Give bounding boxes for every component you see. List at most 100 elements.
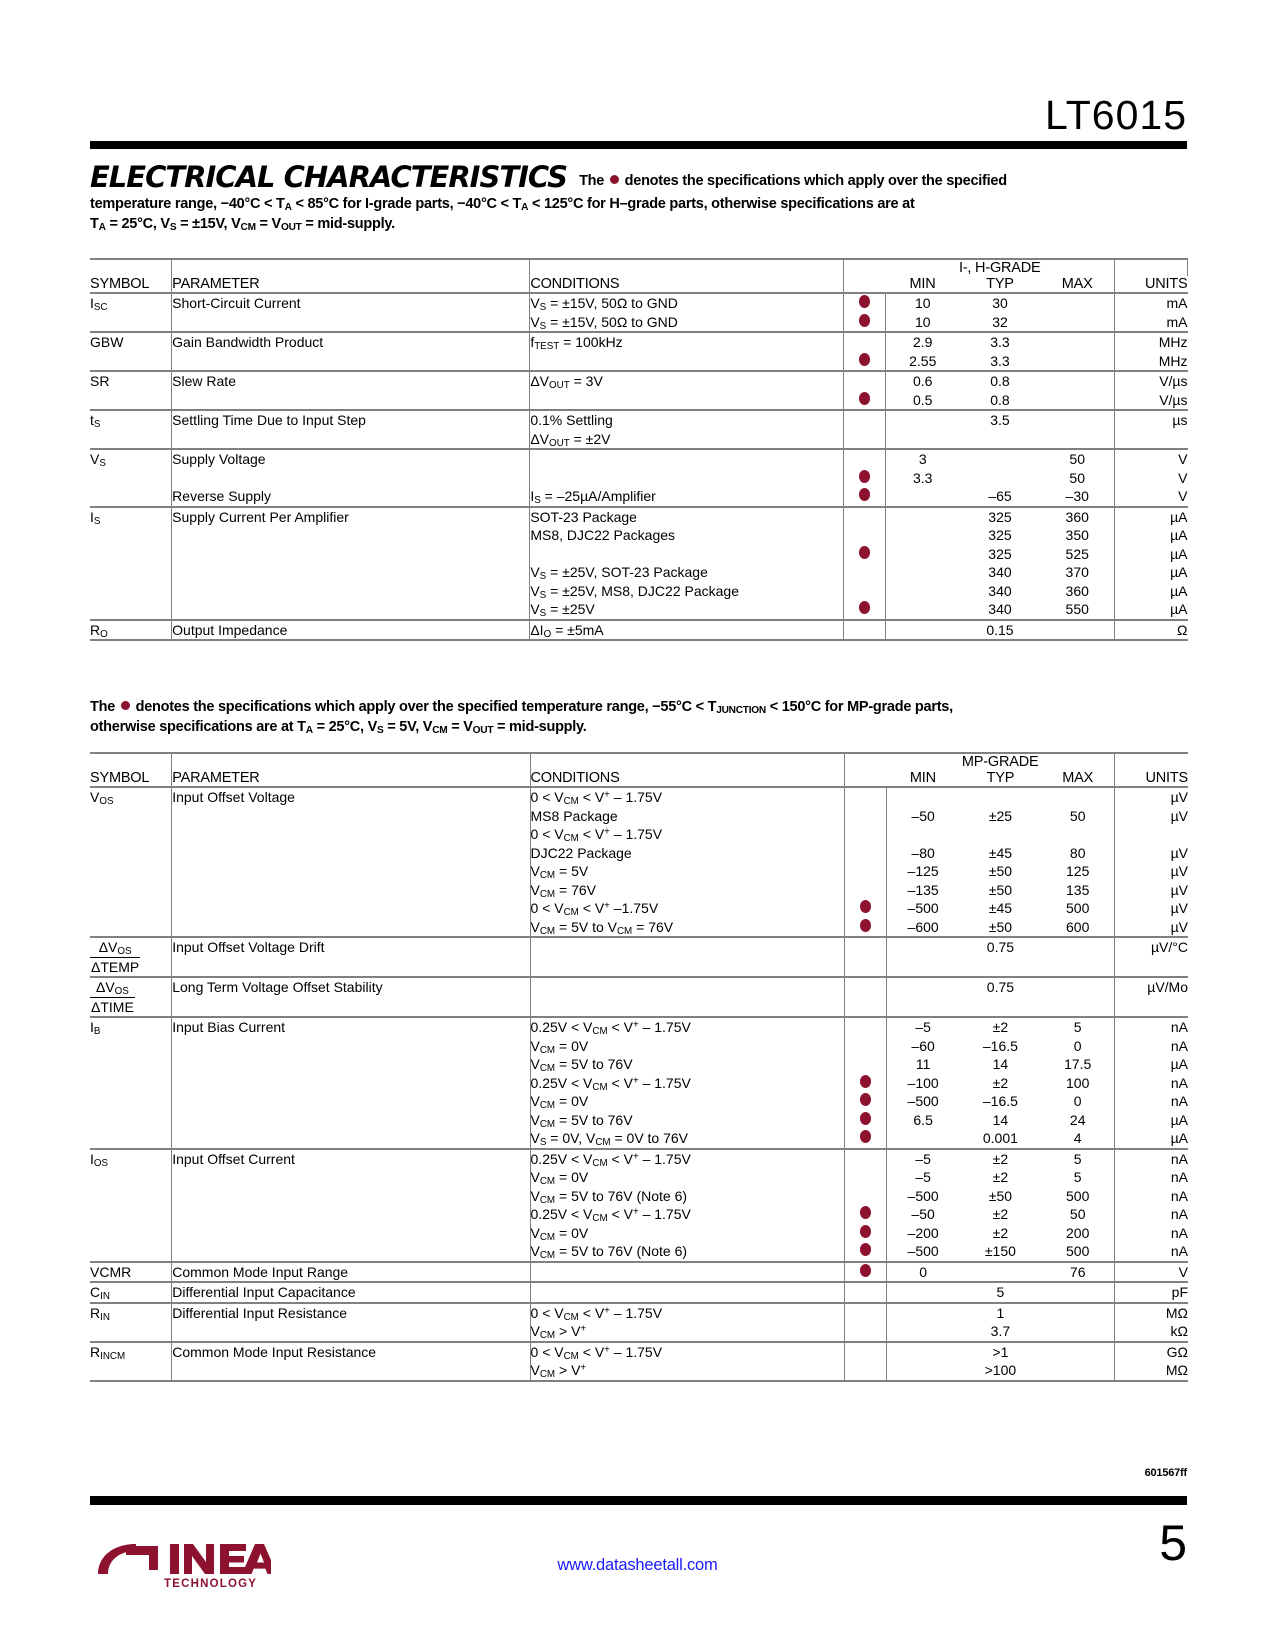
row-units: pF <box>1171 1284 1188 1300</box>
spec-bullet-icon <box>859 295 871 308</box>
row-max <box>1041 977 1116 1017</box>
table-row: ISC Short-Circuit Current VS = ±15V, 50Ω t… <box>90 293 1188 332</box>
table2-grade-label: MP-GRADE <box>886 752 1115 770</box>
table-row: VCMRCommon Mode Input Rangex 0 76 V <box>90 1261 1188 1282</box>
row-bullets <box>844 977 887 1017</box>
section-note-line1: The denotes the specifications which app… <box>579 173 1007 189</box>
row-parameter: Short-Circuit Current <box>171 293 531 332</box>
table-row: VSSupply VoltagexReverse SupplyxxIS = –2… <box>90 449 1188 507</box>
row-symbol: ΔVOS ΔTIME <box>90 977 173 1017</box>
col-header-symbol: SYMBOL <box>90 770 173 787</box>
row-parameter: Input Offset Current <box>171 1148 531 1262</box>
footer-url[interactable]: www.datasheetall.com <box>0 1556 1275 1575</box>
row-max <box>1040 293 1115 332</box>
row-symbol: SR <box>90 371 173 410</box>
row-symbol: IS <box>90 506 173 620</box>
row-max: 360 350 525 370 360 550 <box>1040 506 1115 620</box>
row-conditions: VS = ±15V, 50Ω to GND VS = ±15V, 50Ω to G… <box>529 293 845 332</box>
row-symbol: RIN <box>90 1302 173 1342</box>
table-row: CINDifferential Input Capacitancex 5 pF <box>90 1282 1188 1303</box>
row-min: 3 3.3 <box>913 451 933 486</box>
col-header-conditions: CONDITIONS <box>530 770 845 787</box>
logo-subtext: TECHNOLOGY <box>164 1578 257 1590</box>
row-bullets <box>844 937 887 977</box>
table-row: RIN Differential Input Resistance 0 < VCM … <box>90 1302 1188 1342</box>
spec-bullet-icon <box>859 601 871 614</box>
col-header-max: MAX <box>1061 276 1093 292</box>
row-typ: ±25 ±45 ±50 ±50 ±45 ±50 <box>988 807 1013 935</box>
row-typ: >1 >100 <box>984 1343 1017 1379</box>
table-row: ΔVOSΔTEMPInput Offset Voltage Driftx 0.7… <box>90 937 1188 977</box>
row-max: 5 5 500 50 200 500 <box>1041 1148 1116 1262</box>
row-units: MΩ kΩ <box>1165 1304 1188 1340</box>
page-title: LT6015 <box>1044 92 1187 138</box>
spec-bullet-icon <box>859 1111 871 1125</box>
row-symbol: IB <box>90 1017 173 1149</box>
row-max <box>1041 937 1116 977</box>
row-typ: ±2 –16.5 14 ±2 –16.5 14 0.001 <box>982 1019 1018 1146</box>
row-units: Ω <box>1177 621 1188 638</box>
row-symbol: IOS <box>90 1148 173 1262</box>
row-symbol: tS <box>90 410 173 449</box>
row-bullets <box>843 371 887 410</box>
row-conditions: 0 < VCM < V+ – 1.75V VCM > V+ <box>530 1341 845 1381</box>
row-conditions: x <box>530 937 845 977</box>
spec-bullet-icon <box>859 900 871 913</box>
table1-grade-label: I-, H-GRADE <box>885 258 1115 276</box>
row-parameter: Common Mode Input Range <box>171 1261 531 1282</box>
spec-bullet-icon <box>859 918 871 932</box>
row-symbol: GBW <box>90 332 173 371</box>
footer-rule <box>90 1496 1187 1505</box>
row-typ: 0.75 <box>986 939 1015 955</box>
document-id: 601567ff <box>1144 1467 1188 1479</box>
row-bullets <box>844 787 887 937</box>
row-parameter: Long Term Voltage Offset Stability <box>171 977 531 1017</box>
table-bottom-border <box>90 639 1188 642</box>
table-row: RINCM Common Mode Input Resistance 0 < VCM… <box>90 1341 1188 1381</box>
spec-bullet-icon <box>859 1263 871 1277</box>
row-units: GΩ MΩ <box>1165 1343 1188 1379</box>
row-max: 50 50 –30 <box>1040 449 1115 507</box>
row-symbol: VS <box>90 449 173 507</box>
row-min <box>886 937 959 977</box>
row-parameter: Gain Bandwidth Product <box>171 332 531 371</box>
table-bottom-border <box>90 1379 1188 1383</box>
row-conditions: x <box>530 1282 845 1303</box>
row-typ: 1 3.7 <box>990 1304 1011 1340</box>
row-max <box>1040 332 1115 371</box>
row-symbol: RINCM <box>90 1341 173 1381</box>
row-parameter: Slew Rate <box>171 371 531 410</box>
row-conditions: 0.25V < VCM < V+ – 1.75V VCM = 0V VCM = 5V… <box>530 1017 845 1149</box>
row-bullets <box>843 293 887 332</box>
row-max: 76 <box>1041 1261 1116 1282</box>
col-header-units: UNITS <box>1114 770 1188 787</box>
row-min <box>886 620 959 641</box>
spec-bullet-icon <box>859 488 871 501</box>
row-conditions: 0.25V < VCM < V+ – 1.75V VCM = 0V VCM = 5V… <box>530 1148 845 1262</box>
row-typ: ±2 ±2 ±50 ±2 ±2 ±150 <box>984 1150 1016 1260</box>
row-bullets <box>843 506 887 620</box>
electrical-characteristics-table-1: I-, H-GRADE SYMBOL PARAMETER CONDITIONS … <box>90 258 1189 642</box>
spec-bullet-icon <box>859 1224 871 1238</box>
row-units: µV µV µV µV µV µV µV <box>1170 789 1188 935</box>
section-title: ELECTRICAL CHARACTERISTICS <box>90 160 568 194</box>
row-units: nA nA µA nA nA µA µA <box>1170 1019 1188 1146</box>
section-header: ELECTRICAL CHARACTERISTICS The denotes th… <box>90 160 1187 234</box>
table1-column-header-row: SYMBOL PARAMETER CONDITIONS MIN TYP MAX … <box>90 276 1188 293</box>
row-bullets <box>843 449 887 507</box>
electrical-characteristics-table-2: MP-GRADE SYMBOL PARAMETER CONDITIONS MIN… <box>90 752 1188 1383</box>
row-min <box>886 977 959 1017</box>
row-conditions: x <box>530 977 845 1017</box>
row-symbol: ISC <box>90 293 173 332</box>
row-bullets <box>843 619 887 640</box>
row-max: 50 80 125 135 500 600 <box>1041 787 1116 937</box>
row-min <box>886 507 959 620</box>
col-header-parameter: PARAMETER <box>171 276 531 293</box>
spec-bullet-icon <box>859 1093 871 1106</box>
row-max <box>1040 410 1115 449</box>
row-conditions: SOT-23 PackageMS8, DJC22 PackagesxVS = ±… <box>529 506 845 620</box>
row-parameter: Supply Current Per Amplifier <box>171 506 531 620</box>
col-header-conditions: CONDITIONS <box>529 276 845 293</box>
col-header-parameter: PARAMETER <box>171 770 531 787</box>
table-row: IOS Input Offset Current 0.25V < VCM < V+ … <box>90 1148 1188 1262</box>
